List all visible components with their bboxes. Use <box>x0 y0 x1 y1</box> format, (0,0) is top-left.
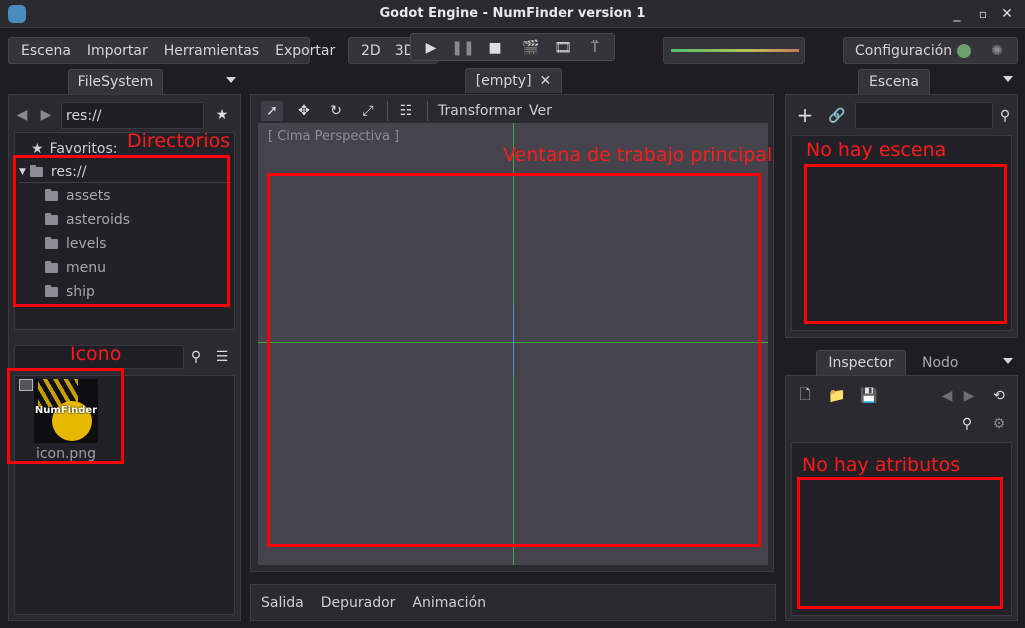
inspector-settings-gear-icon[interactable]: ⚙ <box>990 414 1008 434</box>
spinner-icon: ✺ <box>991 43 1003 59</box>
playback-toolbar: ▶ ❚❚ ■ 🎬 🎞 ⍡ <box>410 33 615 61</box>
menu-herramientas[interactable]: Herramientas <box>164 43 259 59</box>
play-custom-scene-icon[interactable]: 🎞 <box>553 38 573 58</box>
annotation-main-window-box <box>267 173 761 547</box>
tab-node[interactable]: Nodo <box>922 355 959 371</box>
search-icon[interactable]: ⚲ <box>187 347 205 367</box>
remote-debug-icon[interactable]: ⍡ <box>585 38 605 58</box>
tab-scene[interactable]: Escena <box>858 69 930 94</box>
history-back-icon[interactable]: ◀ <box>940 386 954 406</box>
annotation-icon-box <box>7 368 124 464</box>
tab-animation[interactable]: Animación <box>412 595 486 611</box>
bottom-panel: Salida Depurador Animación <box>250 584 776 621</box>
annotation-no-attributes: No hay atributos <box>802 454 961 476</box>
settings-area: Configuración ✺ <box>843 37 1018 64</box>
window-title: Godot Engine - NumFinder version 1 <box>379 6 646 21</box>
tab-filesystem[interactable]: FileSystem <box>68 69 163 94</box>
scene-tab-label: [empty] <box>475 73 532 89</box>
close-tab-icon[interactable]: ✕ <box>540 73 552 89</box>
toolbar-separator <box>387 101 388 121</box>
filesystem-menu-icon[interactable] <box>226 77 236 83</box>
move-tool-icon[interactable]: ✥ <box>293 101 315 121</box>
tab-debugger[interactable]: Depurador <box>321 595 396 611</box>
annotation-directories-box <box>13 155 230 307</box>
mode-2d-button[interactable]: 2D <box>361 43 381 59</box>
history-forward-icon[interactable]: ▶ <box>962 386 976 406</box>
pause-icon[interactable]: ❚❚ <box>451 38 474 58</box>
menu-exportar[interactable]: Exportar <box>275 43 335 59</box>
favorite-star-icon[interactable]: ★ <box>213 105 231 125</box>
tab-empty-scene[interactable]: [empty] ✕ <box>465 68 562 93</box>
annotation-no-attributes-box <box>797 477 1003 609</box>
view-menu[interactable]: Ver <box>529 103 552 119</box>
stop-icon[interactable]: ■ <box>485 38 505 58</box>
menu-importar[interactable]: Importar <box>87 43 148 59</box>
save-icon[interactable]: 💾 <box>860 386 878 406</box>
tab-inspector[interactable]: Inspector <box>816 350 906 375</box>
scene-menu-icon[interactable] <box>1003 76 1013 82</box>
toolbar-separator <box>427 101 428 121</box>
list-select-icon[interactable]: ☷ <box>395 101 417 121</box>
history-icon[interactable]: ⟲ <box>990 386 1008 406</box>
maximize-icon[interactable]: ▫ <box>974 4 992 24</box>
select-tool-icon[interactable]: ➚ <box>261 101 283 121</box>
annotation-main-window: Ventana de trabajo principal <box>503 144 773 166</box>
play-scene-icon[interactable]: 🎬 <box>521 38 541 58</box>
scene-filter-input[interactable] <box>855 102 993 129</box>
tab-output[interactable]: Salida <box>261 595 304 611</box>
add-node-icon[interactable]: + <box>796 103 814 127</box>
scene-search-icon[interactable]: ⚲ <box>996 106 1014 126</box>
play-icon[interactable]: ▶ <box>421 38 441 58</box>
list-view-icon[interactable]: ☰ <box>213 347 231 367</box>
path-input[interactable] <box>61 102 204 129</box>
open-folder-icon[interactable]: 📁 <box>828 386 846 406</box>
annotation-no-scene: No hay escena <box>806 139 947 161</box>
perspective-label[interactable]: [ Cima Perspectiva ] <box>268 129 399 144</box>
transform-menu[interactable]: Transformar <box>438 103 522 119</box>
rotate-tool-icon[interactable]: ↻ <box>325 101 347 121</box>
main-menu: Escena Importar Herramientas Exportar <box>8 37 335 64</box>
annotation-icon: Icono <box>70 343 122 365</box>
audio-meter-bar <box>671 49 799 52</box>
settings-button[interactable]: Configuración <box>855 43 952 59</box>
minimize-icon[interactable]: _ <box>948 4 966 24</box>
property-search-icon[interactable]: ⚲ <box>958 414 976 434</box>
link-icon[interactable]: 🔗 <box>828 106 846 126</box>
back-icon[interactable]: ◀ <box>15 105 29 125</box>
annotation-no-scene-box <box>804 164 1007 324</box>
menu-escena[interactable]: Escena <box>21 43 71 59</box>
new-resource-icon[interactable]: 🗋 <box>796 386 814 406</box>
inspector-menu-icon[interactable] <box>1003 358 1013 364</box>
annotation-directories: Directorios <box>127 130 231 152</box>
forward-icon[interactable]: ▶ <box>39 105 53 125</box>
audio-meter <box>663 37 805 64</box>
update-ok-icon <box>957 44 971 58</box>
title-bar: Godot Engine - NumFinder version 1 _ ▫ ✕ <box>0 0 1025 28</box>
scale-tool-icon[interactable]: ⤢ <box>357 101 379 121</box>
close-icon[interactable]: ✕ <box>998 4 1016 24</box>
